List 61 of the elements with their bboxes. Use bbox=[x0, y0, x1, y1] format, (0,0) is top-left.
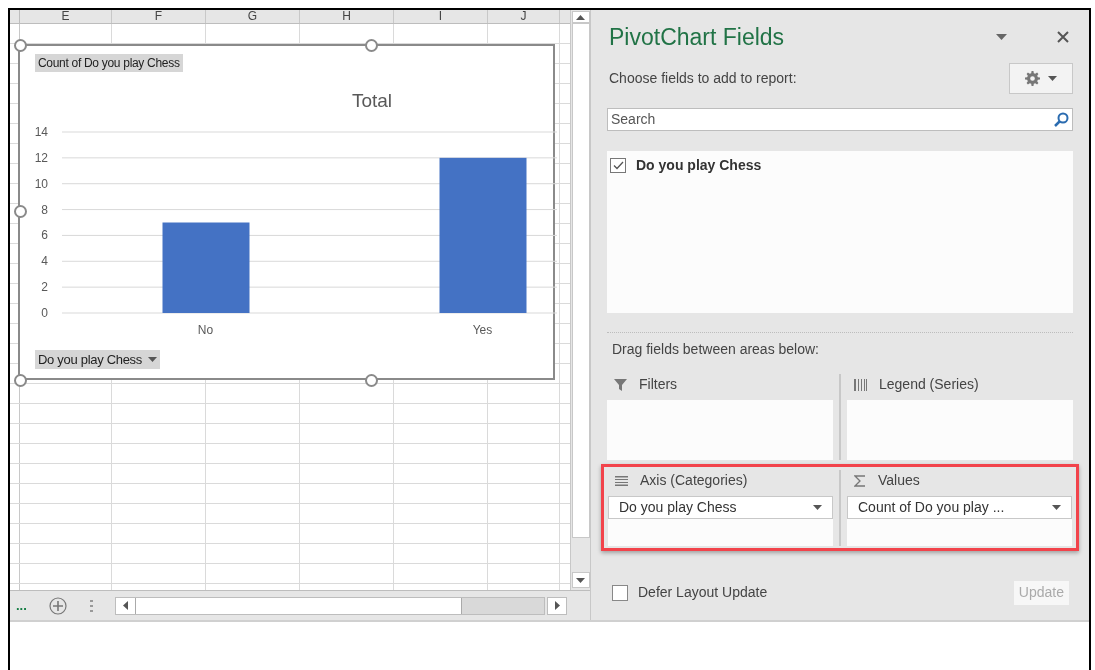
category-label: Yes bbox=[472, 323, 493, 337]
splitter-icon[interactable] bbox=[90, 599, 93, 612]
axis-tick-label: 2 bbox=[41, 280, 48, 295]
scrollbar-thumb[interactable] bbox=[136, 597, 462, 614]
columns-icon bbox=[854, 378, 867, 391]
axis-field-button[interactable]: Do you play Chess bbox=[35, 350, 160, 369]
field-button[interactable]: Count of Do you play Chess bbox=[35, 54, 183, 72]
scroll-right-icon[interactable] bbox=[554, 601, 560, 610]
scroll-down-icon bbox=[576, 577, 585, 583]
column-header[interactable]: J bbox=[488, 10, 560, 23]
axis-tick-label: 8 bbox=[41, 202, 48, 217]
area-title: Legend (Series) bbox=[879, 375, 979, 394]
column-header[interactable]: I bbox=[394, 10, 488, 23]
add-sheet-icon[interactable] bbox=[46, 596, 70, 615]
sheet-tabs-overflow[interactable]: ... bbox=[16, 600, 46, 611]
axis-tick-label: 10 bbox=[34, 176, 48, 191]
pane-subtitle: Choose fields to add to report: bbox=[609, 68, 798, 88]
axis-tick-label: 0 bbox=[41, 306, 48, 320]
rows-icon bbox=[615, 475, 628, 486]
sigma-icon bbox=[854, 474, 866, 487]
settings-button[interactable] bbox=[1009, 62, 1073, 94]
settings-icon bbox=[1025, 70, 1040, 86]
column-header[interactable]: E bbox=[20, 10, 112, 23]
search-icon bbox=[1054, 111, 1069, 127]
checkmark-icon bbox=[612, 160, 624, 170]
scrollbar-thumb[interactable] bbox=[571, 23, 590, 538]
field-chip[interactable]: Do you play Chess bbox=[608, 495, 833, 519]
caret-icon bbox=[1052, 504, 1061, 510]
field-chip[interactable]: Count of Do you play ... bbox=[847, 495, 1072, 519]
vertical-scrollbar[interactable] bbox=[570, 10, 590, 590]
column-header[interactable]: H bbox=[300, 10, 394, 23]
pane-title: PivotChart Fields bbox=[609, 23, 786, 52]
horizontal-scrollbar[interactable] bbox=[115, 596, 545, 615]
caret-icon bbox=[148, 357, 157, 362]
caret-icon bbox=[813, 504, 822, 510]
axis-tick-label: 14 bbox=[34, 125, 48, 139]
scroll-up-icon[interactable] bbox=[576, 14, 585, 20]
scroll-left-icon[interactable] bbox=[123, 601, 128, 610]
category-label: No bbox=[197, 323, 214, 337]
area-title: Axis (Categories) bbox=[640, 471, 748, 490]
caret-icon[interactable] bbox=[996, 34, 1007, 41]
search-field[interactable]: Search bbox=[607, 107, 1073, 131]
chart-area[interactable]: Total 0 2 4 6 8 10 12 14 No Yes Count of Do you play Chess Do you play Chess bbox=[18, 44, 555, 380]
axis-tick-label: 4 bbox=[41, 254, 48, 269]
areas-label: Drag fields between areas below: bbox=[612, 339, 820, 359]
chart-title: Total bbox=[351, 90, 393, 111]
axis-tick-label: 12 bbox=[34, 150, 48, 165]
area-title: Values bbox=[878, 471, 920, 490]
caret-icon bbox=[1048, 75, 1057, 81]
close-icon[interactable] bbox=[1057, 31, 1069, 44]
filter-icon bbox=[614, 378, 627, 391]
defer-checkbox[interactable] bbox=[612, 584, 628, 601]
field-label[interactable]: Do you play Chess bbox=[636, 154, 762, 176]
axis-tick-label: 6 bbox=[41, 228, 48, 243]
field-checkbox[interactable] bbox=[610, 157, 626, 173]
area-title: Filters bbox=[639, 375, 678, 394]
defer-label[interactable]: Defer Layout Update bbox=[638, 582, 1014, 603]
drop-area[interactable]: Do you play Chess bbox=[608, 495, 833, 546]
column-header[interactable]: F bbox=[112, 10, 206, 23]
column-header[interactable]: G bbox=[206, 10, 300, 23]
drop-area[interactable]: Count of Do you play ... bbox=[847, 495, 1072, 546]
